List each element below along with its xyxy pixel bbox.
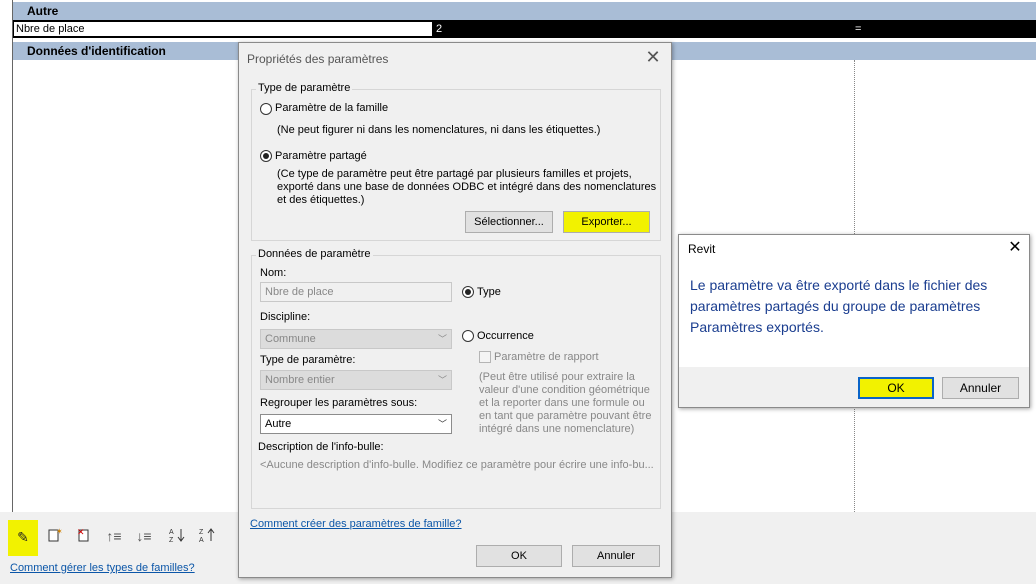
export-button[interactable]: Exporter... [563, 211, 650, 233]
report-note: et la reporter dans une formule ou [479, 397, 645, 409]
shared-parameter-note: et des étiquettes.) [277, 194, 365, 206]
family-parameter-radio[interactable] [260, 103, 272, 115]
parameter-name-cell[interactable]: Nbre de place [13, 21, 433, 37]
discipline-label: Discipline: [260, 311, 311, 323]
parameter-type-value: Nombre entier [265, 374, 335, 386]
parameter-value-cell[interactable]: 2 [436, 21, 636, 37]
family-parameter-label: Paramètre de la famille [275, 102, 389, 114]
group-under-value: Autre [265, 418, 292, 430]
message-text: paramètres partagés du groupe de paramèt… [690, 298, 981, 314]
message-text: Le paramètre va être exporté dans le fic… [690, 277, 988, 293]
occurrence-radio[interactable] [462, 330, 474, 342]
group-under-label: Regrouper les paramètres sous: [260, 397, 418, 409]
sort-descending-icon[interactable]: ZA [198, 527, 216, 545]
parameter-data-group-label: Données de paramètre [256, 248, 373, 260]
manage-family-types-link[interactable]: Comment gérer les types de familles? [10, 562, 195, 574]
group-under-select[interactable]: Autre ﹀ [260, 414, 452, 434]
tooltip-description-field[interactable]: <Aucune description d'info-bulle. Modifi… [260, 459, 654, 471]
pencil-icon[interactable]: ✎ [14, 528, 32, 546]
dialog-title: Propriétés des paramètres [247, 52, 389, 66]
grid-left-border [12, 0, 13, 512]
report-note: (Peut être utilisé pour extraire la [479, 371, 635, 383]
ok-button[interactable]: OK [476, 545, 562, 567]
chevron-down-icon: ﹀ [437, 419, 447, 429]
parameter-properties-dialog: Propriétés des paramètres ✕ Type de para… [238, 42, 672, 578]
group-header-label: Données d'identification [27, 44, 166, 58]
report-note: en tant que paramètre pouvant être [479, 410, 652, 422]
delete-type-icon[interactable]: ✕ [75, 527, 93, 545]
move-down-icon[interactable]: ↓≡ [135, 527, 153, 545]
report-note: intégré dans une nomenclature) [479, 423, 635, 435]
parameter-type-select[interactable]: Nombre entier ﹀ [260, 370, 452, 390]
shared-parameter-note: exporté dans une base de données ODBC et… [277, 181, 657, 193]
svg-text:Z: Z [169, 537, 174, 543]
type-radio-label: Type [477, 286, 501, 298]
report-note: valeur d'une condition géométrique [479, 384, 650, 396]
svg-text:A: A [199, 537, 204, 543]
message-text: Paramètres exportés. [690, 319, 824, 335]
name-field[interactable]: Nbre de place [260, 282, 452, 302]
new-type-icon[interactable]: ✶ [45, 527, 63, 545]
select-button[interactable]: Sélectionner... [465, 211, 553, 233]
table-row[interactable]: Nbre de place 2 = [12, 20, 1036, 38]
family-parameter-note: (Ne peut figurer ni dans les nomenclatur… [277, 124, 601, 136]
shared-parameter-radio[interactable] [260, 150, 272, 162]
shared-parameter-label: Paramètre partagé [275, 150, 367, 162]
chevron-down-icon: ﹀ [437, 375, 447, 385]
discipline-value: Commune [265, 333, 316, 345]
chevron-down-icon: ﹀ [437, 334, 447, 344]
svg-text:A: A [169, 529, 174, 536]
group-header-other[interactable]: Autre [12, 2, 1036, 20]
parameter-type-label: Type de paramètre: [260, 354, 356, 366]
svg-text:✕: ✕ [77, 527, 85, 537]
close-icon[interactable]: ✕ [643, 47, 663, 67]
create-family-parameters-link[interactable]: Comment créer des paramètres de famille? [250, 518, 462, 530]
revit-message-box: Revit ✕ Le paramètre va être exporté dan… [678, 234, 1030, 408]
svg-text:✶: ✶ [56, 527, 62, 536]
message-box-title: Revit [688, 242, 716, 256]
move-up-icon[interactable]: ↑≡ [105, 527, 123, 545]
message-cancel-button[interactable]: Annuler [942, 377, 1019, 399]
tooltip-description-label: Description de l'info-bulle: [258, 441, 384, 453]
occurrence-radio-label: Occurrence [477, 330, 534, 342]
name-label: Nom: [260, 267, 287, 279]
shared-parameter-note: (Ce type de paramètre peut être partagé … [277, 168, 632, 180]
cancel-button[interactable]: Annuler [572, 545, 660, 567]
discipline-select[interactable]: Commune ﹀ [260, 329, 452, 349]
close-icon[interactable]: ✕ [1005, 238, 1025, 258]
type-radio[interactable] [462, 286, 474, 298]
svg-text:Z: Z [199, 529, 204, 536]
group-header-label: Autre [27, 4, 59, 18]
parameter-formula-cell[interactable]: = [855, 21, 955, 37]
sort-ascending-icon[interactable]: AZ [168, 527, 186, 545]
parameter-type-group-label: Type de paramètre [256, 82, 353, 94]
message-ok-button[interactable]: OK [858, 377, 934, 399]
report-parameter-checkbox[interactable] [479, 351, 491, 363]
report-parameter-label: Paramètre de rapport [494, 351, 599, 363]
